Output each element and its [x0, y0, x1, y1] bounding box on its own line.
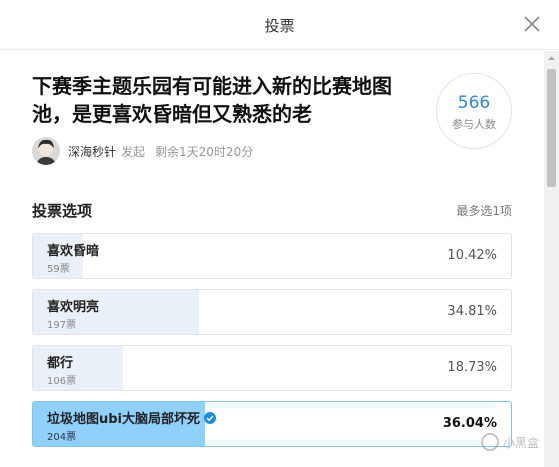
- option-percent: 18.73%: [447, 360, 497, 375]
- poll-option[interactable]: 喜欢昏暗 59票 10.42%: [32, 233, 512, 279]
- select-limit: 最多选1项: [456, 204, 512, 218]
- participants-count: 566 参与人数: [436, 73, 512, 149]
- participants-label: 参与人数: [452, 118, 496, 131]
- option-label: 都行: [47, 356, 74, 371]
- watermark-logo-icon: [480, 433, 499, 451]
- poll-option[interactable]: 都行 106票 18.73%: [32, 345, 512, 391]
- option-votes: 106票: [47, 376, 77, 387]
- option-percent: 34.81%: [447, 304, 497, 319]
- check-circle-icon: [204, 411, 217, 424]
- option-percent: 10.42%: [447, 248, 497, 263]
- poll-option-selected[interactable]: 垃圾地图ubi大脑局部坏死 204票 36.04%: [32, 401, 512, 447]
- avatar-image: [32, 137, 60, 165]
- watermark-text: 小黑盒: [502, 435, 539, 450]
- poll-option[interactable]: 喜欢明亮 197票 34.81%: [32, 289, 512, 335]
- options-section-title: 投票选项: [32, 202, 93, 220]
- option-label: 喜欢明亮: [47, 300, 100, 315]
- author-row: 深海秒针 发起 剩余1天20时20分: [32, 137, 253, 165]
- remaining-time: 剩余1天20时20分: [155, 144, 254, 159]
- option-percent: 36.04%: [442, 416, 497, 431]
- scrollbar-thumb[interactable]: [547, 69, 556, 187]
- close-button[interactable]: [521, 13, 543, 35]
- option-votes: 59票: [47, 264, 70, 275]
- author-name[interactable]: 深海秒针: [68, 143, 116, 160]
- poll-title: 下赛季主题乐园有可能进入新的比赛地图池，是更喜欢昏暗但又熟悉的老: [32, 74, 392, 126]
- avatar[interactable]: [32, 137, 60, 165]
- author-action: 发起: [121, 144, 146, 159]
- close-icon: [524, 16, 540, 32]
- modal-title: 投票: [264, 17, 295, 35]
- scrollbar[interactable]: [544, 51, 559, 467]
- option-votes: 204票: [47, 432, 77, 443]
- modal-header: 投票: [0, 0, 559, 50]
- options-list: 喜欢昏暗 59票 10.42% 喜欢明亮 197票 34.81% 都行 106票…: [32, 233, 512, 457]
- watermark: 小黑盒: [480, 433, 539, 451]
- option-votes: 197票: [47, 320, 77, 331]
- poll-content: 下赛季主题乐园有可能进入新的比赛地图池，是更喜欢昏暗但又熟悉的老 566 参与人…: [0, 51, 544, 467]
- scroll-up-arrow-icon[interactable]: [544, 51, 559, 66]
- option-label: 喜欢昏暗: [47, 244, 100, 259]
- participants-number: 566: [457, 93, 491, 113]
- option-label: 垃圾地图ubi大脑局部坏死: [47, 408, 217, 427]
